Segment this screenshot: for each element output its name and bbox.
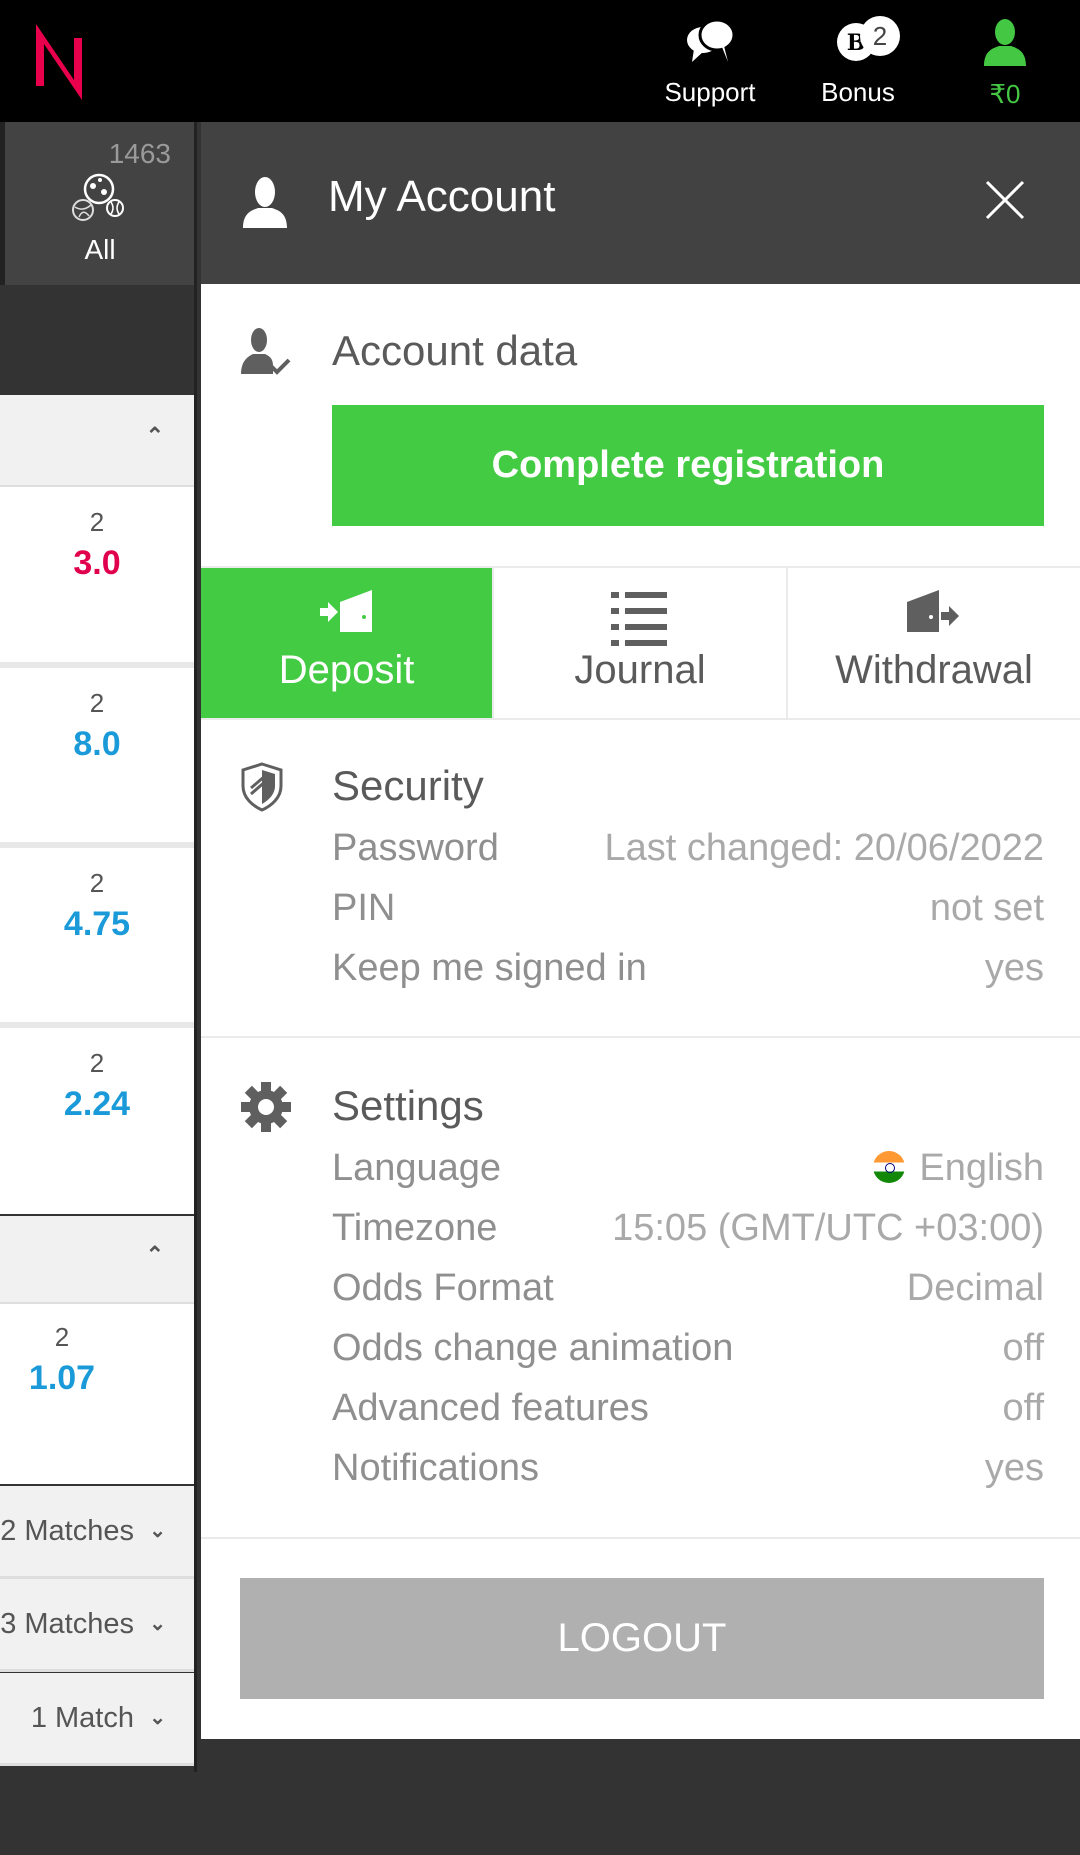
odds-value: 1.07: [28, 1359, 96, 1397]
gear-icon: [241, 1082, 291, 1132]
row-value: Decimal: [906, 1267, 1044, 1309]
odds-cell[interactable]: 2 2.24: [0, 1028, 194, 1214]
bonus-button[interactable]: B 2 Bonus: [808, 16, 908, 108]
section-divider: [201, 1537, 1080, 1539]
user-icon: [243, 177, 287, 228]
group-header[interactable]: ⌃: [0, 395, 194, 487]
row-value: yes: [984, 1447, 1044, 1489]
tab-label: Journal: [574, 648, 706, 692]
tab-label: Withdrawal: [835, 648, 1033, 692]
panel-title: My Account: [328, 172, 556, 221]
row-value: Last changed: 20/06/2022: [604, 827, 1045, 869]
odds-value: 4.75: [63, 905, 131, 943]
chevron-up-icon[interactable]: ⌃: [146, 423, 164, 449]
sport-tab-label: All: [84, 234, 116, 265]
chevron-down-icon: ⌄: [149, 1520, 166, 1542]
row-value: off: [1002, 1387, 1044, 1429]
row-label: Timezone: [332, 1207, 498, 1249]
row-label: Language: [332, 1147, 502, 1189]
security-title: Security: [332, 762, 484, 809]
row-label: PIN: [332, 887, 396, 929]
outcome-label: 2: [89, 688, 105, 718]
account-balance-button[interactable]: ₹0: [975, 18, 1035, 110]
row-label: Keep me signed in: [332, 947, 647, 989]
list-icon: [611, 592, 667, 646]
outcome-label: 2: [89, 507, 105, 537]
bonus-label: Bonus: [821, 77, 895, 107]
odds-value: 8.0: [73, 725, 121, 763]
outcome-label: 2: [54, 1322, 70, 1352]
row-label: Advanced features: [332, 1387, 649, 1429]
row-label: Odds change animation: [332, 1327, 734, 1369]
account-data-title: Account data: [332, 327, 578, 374]
close-icon[interactable]: [985, 180, 1025, 220]
row-label: Notifications: [332, 1447, 539, 1489]
user-icon: [984, 19, 1026, 66]
wallet-tabs: Deposit Journal Withdrawal: [201, 566, 1080, 720]
row-label: Password: [332, 827, 499, 869]
outcome-label: 2: [89, 1048, 105, 1078]
events-column: 1463 All ⌃ 2 3.0 2 8.0 2 4.75 2 2.24 ⌃ 2: [0, 122, 196, 1855]
brand-logo[interactable]: [34, 24, 86, 100]
chevron-up-icon[interactable]: ⌃: [146, 1242, 164, 1268]
withdrawal-wallet-icon: [907, 590, 959, 632]
sports-balls-icon: [72, 173, 124, 221]
row-value: 15:05 (GMT/UTC +03:00): [612, 1207, 1044, 1249]
match-count: 1 Match: [30, 1702, 134, 1734]
row-label: Odds Format: [332, 1267, 554, 1309]
sport-event-count: 1463: [108, 138, 171, 169]
my-account-panel: My Account Account data Complete registr…: [201, 122, 1080, 1739]
odds-value: 3.0: [73, 544, 121, 582]
group-header[interactable]: ⌃: [0, 1216, 194, 1304]
tab-withdrawal[interactable]: Withdrawal: [788, 568, 1080, 718]
outcome-label: 2: [89, 868, 105, 898]
match-count: 2 Matches: [0, 1515, 134, 1547]
row-value: English: [873, 1147, 1044, 1190]
odds-cell[interactable]: 2 1.07: [0, 1304, 194, 1484]
match-count: 3 Matches: [0, 1608, 134, 1640]
chat-bubbles-icon: [687, 18, 736, 62]
odds-cell[interactable]: 2 3.0: [0, 487, 194, 662]
shield-icon: [241, 762, 283, 812]
tab-journal[interactable]: Journal: [494, 568, 786, 718]
tab-deposit[interactable]: Deposit: [201, 568, 492, 718]
balance-amount: ₹0: [989, 79, 1021, 109]
odds-value: 2.24: [63, 1085, 131, 1123]
chevron-down-icon: ⌄: [149, 1613, 166, 1635]
india-flag-icon: [873, 1150, 906, 1183]
odds-cell[interactable]: 2 8.0: [0, 668, 194, 842]
top-bar: Support B 2 Bonus ₹0: [0, 0, 1080, 122]
section-divider: [201, 1036, 1080, 1038]
match-group-row[interactable]: 3 Matches ⌄: [0, 1579, 194, 1672]
chevron-down-icon: ⌄: [149, 1707, 166, 1729]
deposit-wallet-icon: [319, 590, 372, 632]
complete-registration-button[interactable]: Complete registration: [332, 405, 1044, 526]
support-label: Support: [664, 77, 756, 107]
tab-label: Deposit: [278, 648, 415, 692]
user-verified-icon: [241, 328, 291, 375]
row-value: not set: [929, 887, 1044, 929]
match-group-row[interactable]: 2 Matches ⌄: [0, 1486, 194, 1579]
sport-tab-all[interactable]: 1463 All: [5, 122, 195, 285]
settings-title: Settings: [332, 1082, 484, 1129]
column-divider: [194, 122, 197, 1772]
match-group-row[interactable]: 1 Match ⌄: [0, 1673, 194, 1766]
language-value: English: [919, 1147, 1044, 1189]
row-value: yes: [984, 947, 1044, 989]
row-value: off: [1002, 1327, 1044, 1369]
support-button[interactable]: Support: [650, 18, 770, 108]
panel-header: My Account: [201, 122, 1080, 284]
odds-cell[interactable]: 2 4.75: [0, 848, 194, 1022]
bonus-count-badge: 2: [860, 16, 900, 56]
logout-button[interactable]: LOGOUT: [240, 1578, 1044, 1699]
